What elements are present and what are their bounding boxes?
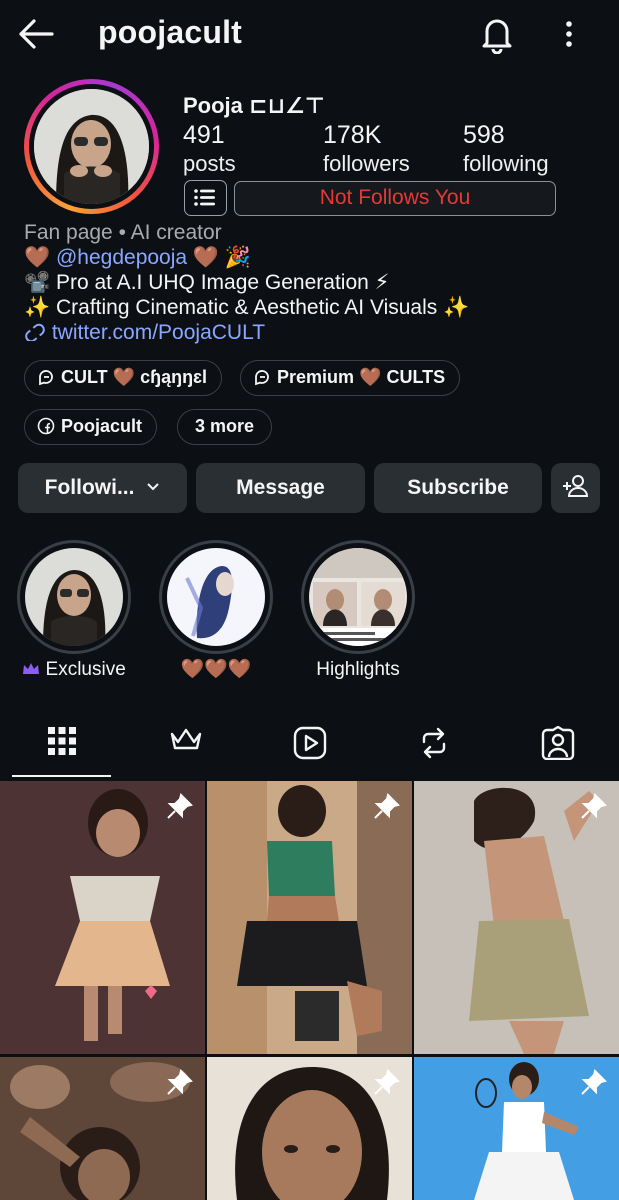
post-tile[interactable] — [0, 1057, 205, 1200]
grid-icon — [47, 727, 76, 755]
post-image — [0, 781, 205, 1054]
chip-label: Poojacult — [61, 416, 143, 436]
posts-stat[interactable]: 491 posts — [183, 121, 236, 179]
profile-bio: Fan page • AI creator 🤎 @hegdepooja 🤎 🎉 … — [24, 220, 614, 345]
followers-stat[interactable]: 178K followers — [323, 121, 410, 179]
channel-icon — [39, 369, 53, 386]
active-tab-indicator — [12, 775, 111, 777]
link-text: twitter.com/PoojaCULT — [51, 321, 266, 344]
post-tile[interactable] — [207, 1057, 412, 1200]
post-tile[interactable] — [414, 781, 619, 1054]
channel-chip-cult[interactable]: CULT 🤎 cɧąŋŋɛl — [24, 360, 223, 396]
tagged-person-icon — [541, 726, 574, 760]
bio-external-link[interactable]: twitter.com/PoojaCULT — [24, 320, 614, 345]
highlight-hearts[interactable]: 🤎🤎🤎 — [159, 540, 273, 680]
more-options-icon[interactable] — [556, 16, 582, 52]
crown-icon — [23, 663, 40, 674]
profile-content-tabs — [0, 712, 619, 778]
following-button[interactable]: Followi... — [18, 463, 187, 513]
bio-line-2: 📽️ Pro at A.I UHQ Image Generation ⚡ — [24, 271, 390, 294]
post-tile[interactable] — [0, 781, 205, 1054]
relationship-status-badge: Not Follows You — [234, 181, 556, 216]
posts-label: posts — [183, 151, 236, 176]
profile-avatar[interactable] — [24, 79, 159, 214]
post-image — [207, 781, 412, 1054]
chip-label: CULT 🤎 cɧąŋŋɛl — [61, 367, 208, 387]
highlight-label: Highlights — [316, 659, 400, 680]
message-button[interactable]: Message — [196, 463, 365, 513]
subscribe-button[interactable]: Subscribe — [374, 463, 542, 513]
tab-reposts[interactable] — [372, 712, 495, 774]
highlight-highlights[interactable]: Highlights — [301, 540, 415, 680]
chip-label: Premium 🤎 CULTS — [277, 367, 446, 387]
pin-icon — [581, 793, 607, 819]
bio-emoji: 🤎 — [24, 246, 56, 269]
bio-emoji-trailing: 🤎 🎉 — [187, 246, 252, 269]
chevron-down-icon — [147, 483, 160, 491]
channel-icon — [255, 369, 269, 386]
back-arrow-icon[interactable] — [16, 16, 56, 52]
top-bar: poojacult — [0, 0, 619, 70]
reels-icon — [293, 726, 326, 760]
highlight-cover — [25, 548, 123, 646]
crown-outline-icon — [170, 728, 201, 750]
highlight-cover — [309, 548, 407, 646]
highlight-exclusive[interactable]: Exclusive — [17, 540, 131, 680]
pin-icon — [374, 793, 400, 819]
avatar-photo — [34, 89, 149, 204]
facebook-icon — [37, 417, 55, 435]
channel-chip-premium[interactable]: Premium 🤎 CULTS — [240, 360, 461, 396]
profile-category: Fan page • AI creator — [24, 221, 222, 244]
link-icon — [25, 323, 45, 343]
following-count: 598 — [463, 121, 505, 149]
list-menu-button[interactable] — [184, 180, 227, 216]
followers-label: followers — [323, 151, 410, 176]
highlight-cover — [167, 548, 265, 646]
following-label: following — [463, 151, 549, 176]
pin-icon — [167, 1069, 193, 1095]
pin-icon — [374, 1069, 400, 1095]
tab-posts-grid[interactable] — [0, 712, 123, 774]
repost-icon — [422, 727, 445, 759]
display-name: Pooja ⊏⊔∠⊤ — [183, 93, 325, 118]
more-links-chip[interactable]: 3 more — [177, 409, 273, 445]
tab-reels[interactable] — [248, 712, 371, 774]
tab-exclusive[interactable] — [124, 712, 247, 774]
highlight-label-text: Exclusive — [45, 659, 126, 680]
bio-line-1: 🤎 @hegdepooja 🤎 🎉 — [24, 245, 614, 270]
tab-tagged[interactable] — [496, 712, 619, 774]
posts-count: 491 — [183, 121, 225, 149]
facebook-chip[interactable]: Poojacult — [24, 409, 158, 445]
suggested-users-button[interactable] — [551, 463, 600, 513]
following-stat[interactable]: 598 following — [463, 121, 549, 179]
bio-mention-link[interactable]: @hegdepooja — [56, 246, 187, 269]
profile-username: poojacult — [98, 14, 243, 50]
add-person-icon — [562, 475, 588, 498]
post-tile[interactable] — [207, 781, 412, 1054]
notifications-bell-icon[interactable] — [478, 14, 516, 54]
bio-line-3: ✨ Crafting Cinematic & Aesthetic AI Visu… — [24, 296, 470, 319]
pin-icon — [581, 1069, 607, 1095]
following-label: Followi... — [44, 476, 135, 499]
list-icon — [194, 189, 215, 206]
followers-count: 178K — [323, 121, 382, 149]
pin-icon — [167, 793, 193, 819]
post-image — [414, 781, 619, 1054]
post-tile[interactable] — [414, 1057, 619, 1200]
